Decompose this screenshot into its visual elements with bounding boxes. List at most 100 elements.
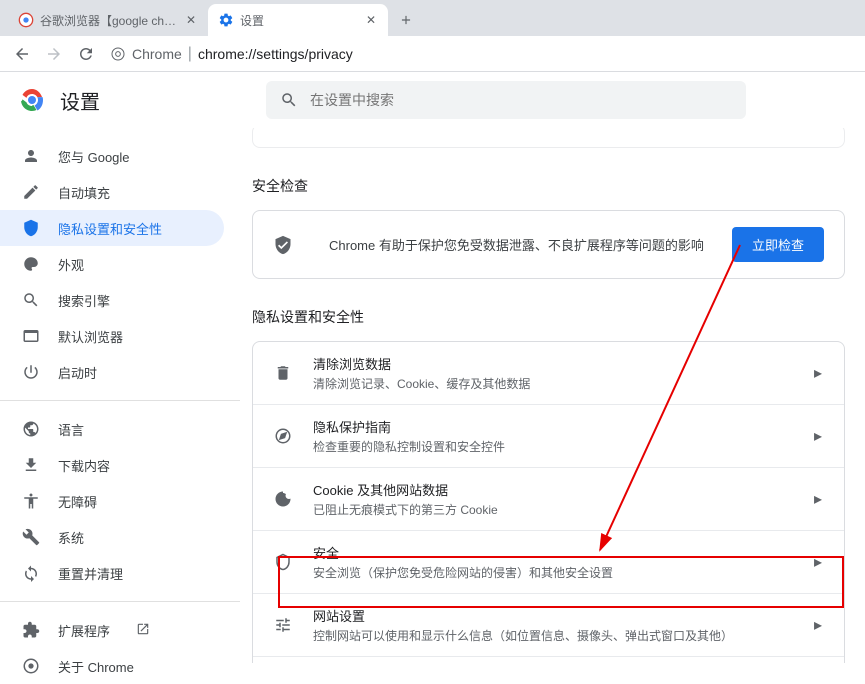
security-icon [273,552,293,572]
settings-sidebar: 您与 Google 自动填充 隐私设置和安全性 外观 搜索引擎 默认浏览器 启动… [0,128,240,663]
chevron-right-icon: ▸ [814,615,824,635]
sidebar-item-label: 启动时 [58,363,97,382]
row-desc: 清除浏览记录、Cookie、缓存及其他数据 [313,375,814,392]
row-site-settings[interactable]: 网站设置 控制网站可以使用和显示什么信息（如位置信息、摄像头、弹出式窗口及其他）… [253,594,844,657]
divider [0,601,240,602]
url-host: Chrome [132,46,182,62]
forward-button[interactable] [40,40,68,68]
tab-title: 谷歌浏览器【google chrome】 [40,12,178,29]
browser-tab[interactable]: 谷歌浏览器【google chrome】 ✕ [8,4,208,36]
new-tab-button[interactable] [392,6,420,34]
sidebar-item-label: 语言 [58,420,84,439]
close-icon[interactable]: ✕ [364,13,378,27]
row-privacy-sandbox[interactable]: 隐私沙盒 试用版功能已开启 [253,657,844,663]
reload-button[interactable] [72,40,100,68]
extension-icon [22,621,40,639]
compass-icon [273,426,293,446]
row-desc: 安全浏览（保护您免受危险网站的侵害）和其他安全设置 [313,564,814,581]
privacy-list: 清除浏览数据 清除浏览记录、Cookie、缓存及其他数据 ▸ 隐私保护指南 检查… [252,341,845,663]
row-title: 隐私保护指南 [313,417,814,436]
download-icon [22,456,40,474]
row-desc: 已阻止无痕模式下的第三方 Cookie [313,501,814,518]
search-input[interactable] [310,92,732,108]
trash-icon [273,363,293,383]
person-icon [22,147,40,165]
chrome-favicon [18,12,34,28]
back-button[interactable] [8,40,36,68]
sidebar-item-you-google[interactable]: 您与 Google [0,138,224,174]
row-title: 清除浏览数据 [313,354,814,373]
tune-icon [273,615,293,635]
browser-icon [22,327,40,345]
url-path: chrome://settings/privacy [198,46,353,62]
chrome-logo-icon [20,88,44,112]
close-icon[interactable]: ✕ [184,13,198,27]
sidebar-item-label: 重置并清理 [58,564,123,583]
shield-check-icon [273,235,293,255]
sidebar-item-default-browser[interactable]: 默认浏览器 [0,318,224,354]
row-privacy-guide[interactable]: 隐私保护指南 检查重要的隐私控制设置和安全控件 ▸ [253,405,844,468]
sidebar-item-reset[interactable]: 重置并清理 [0,555,224,591]
sidebar-item-label: 默认浏览器 [58,327,123,346]
divider [0,400,240,401]
sidebar-item-label: 您与 Google [58,147,130,166]
row-cookies[interactable]: Cookie 及其他网站数据 已阻止无痕模式下的第三方 Cookie ▸ [253,468,844,531]
globe-icon [22,420,40,438]
browser-tab-bar: 谷歌浏览器【google chrome】 ✕ 设置 ✕ [0,0,865,36]
row-clear-data[interactable]: 清除浏览数据 清除浏览记录、Cookie、缓存及其他数据 ▸ [253,342,844,405]
row-desc: 检查重要的隐私控制设置和安全控件 [313,438,814,455]
sidebar-item-label: 无障碍 [58,492,97,511]
sidebar-item-label: 自动填充 [58,183,110,202]
search-icon [22,291,40,309]
section-title-privacy: 隐私设置和安全性 [252,307,845,327]
settings-search[interactable] [266,81,746,119]
row-desc: 控制网站可以使用和显示什么信息（如位置信息、摄像头、弹出式窗口及其他） [313,627,814,644]
sidebar-item-label: 系统 [58,528,84,547]
chevron-right-icon: ▸ [814,552,824,572]
palette-icon [22,255,40,273]
wrench-icon [22,528,40,546]
tab-title: 设置 [240,12,358,29]
chevron-right-icon: ▸ [814,489,824,509]
sidebar-item-search[interactable]: 搜索引擎 [0,282,224,318]
sidebar-item-label: 下载内容 [58,456,110,475]
chevron-right-icon: ▸ [814,363,824,383]
autofill-icon [22,183,40,201]
accessibility-icon [22,492,40,510]
sidebar-item-extensions[interactable]: 扩展程序 [0,612,224,648]
sidebar-item-accessibility[interactable]: 无障碍 [0,483,224,519]
sidebar-item-label: 搜索引擎 [58,291,110,310]
chrome-icon [22,657,40,675]
sidebar-item-label: 关于 Chrome [58,657,134,676]
sidebar-item-privacy[interactable]: 隐私设置和安全性 [0,210,224,246]
section-title-safety: 安全检查 [252,176,845,196]
row-title: Cookie 及其他网站数据 [313,480,814,499]
external-link-icon [136,622,150,639]
sidebar-item-label: 扩展程序 [58,621,110,640]
sidebar-item-about[interactable]: 关于 Chrome [0,648,224,684]
address-bar[interactable]: Chrome | chrome://settings/privacy [104,40,857,68]
sidebar-item-appearance[interactable]: 外观 [0,246,224,282]
sidebar-item-downloads[interactable]: 下载内容 [0,447,224,483]
row-title: 安全 [313,543,814,562]
shield-icon [22,219,40,237]
top-card: 开始 外部 [252,128,845,148]
chevron-right-icon: ▸ [814,426,824,446]
sidebar-item-label: 外观 [58,255,84,274]
sidebar-item-label: 隐私设置和安全性 [58,219,162,238]
sidebar-item-startup[interactable]: 启动时 [0,354,224,390]
settings-favicon [218,12,234,28]
search-icon [280,91,298,109]
safety-text: Chrome 有助于保护您免受数据泄露、不良扩展程序等问题的影响 [329,235,716,254]
sidebar-item-autofill[interactable]: 自动填充 [0,174,224,210]
browser-tab-active[interactable]: 设置 ✕ [208,4,388,36]
chrome-icon [110,46,126,62]
check-now-button[interactable]: 立即检查 [732,227,824,262]
main-content: 开始 外部 安全检查 Chrome 有助于保护您免受数据泄露、不良扩展程序等问题… [240,128,865,663]
page-title: 设置 [60,86,100,115]
power-icon [22,363,40,381]
safety-check-card: Chrome 有助于保护您免受数据泄露、不良扩展程序等问题的影响 立即检查 [252,210,845,279]
sidebar-item-system[interactable]: 系统 [0,519,224,555]
sidebar-item-language[interactable]: 语言 [0,411,224,447]
row-security[interactable]: 安全 安全浏览（保护您免受危险网站的侵害）和其他安全设置 ▸ [253,531,844,594]
